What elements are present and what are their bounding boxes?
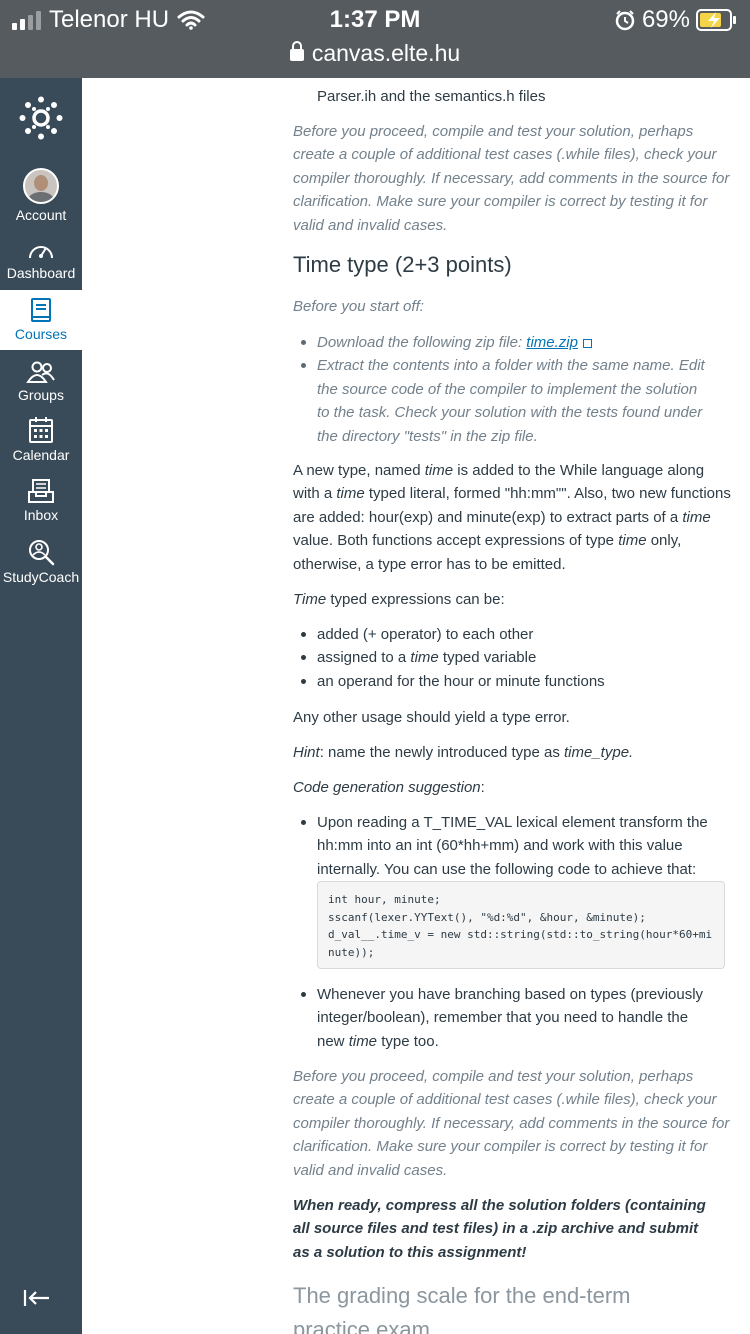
download-prefix: Download the following zip file: [317,334,527,351]
external-link-icon [582,338,592,348]
list-item: added (+ operator) to each other [293,623,713,646]
proceed-note-2: Before you proceed, compile and test you… [293,1068,730,1179]
battery-percent: 69% [641,6,690,33]
avatar [23,168,59,204]
groups-icon [26,361,55,383]
time-zip-link[interactable]: time.zip [526,334,578,351]
collapse-nav-button[interactable] [22,1288,52,1313]
address-bar[interactable]: canvas.elte.hu [0,40,750,67]
intro-paragraph: A new type, named time is added to the W… [293,462,731,573]
hint-text: Hint: name the newly introduced type as … [293,744,634,761]
other-usage-text: Any other usage should yield a type erro… [293,709,570,726]
suggestion-list-1: Upon reading a T_TIME_VAL lexical elemen… [293,811,713,881]
top-fragment-text: Parser.ih and the semantics.h files [317,88,546,105]
code-generation-heading: Code generation suggestion: [293,779,485,796]
nav-inbox[interactable]: Inbox [0,478,82,523]
battery-charging-icon [696,9,736,31]
nav-account[interactable]: Account [0,168,82,223]
nav-studycoach-label: StudyCoach [2,569,80,585]
inbox-icon [28,479,54,503]
url-text: canvas.elte.hu [311,40,461,66]
nav-dashboard-label: Dashboard [6,265,76,281]
signal-icon [12,10,41,30]
suggestion-list-2: Whenever you have branching based on typ… [293,983,713,1053]
canvas-logo-icon [19,96,63,140]
submit-instruction: When ready, compress all the solution fo… [293,1197,706,1261]
status-bar: Telenor HU 1:37 PM 69% canvas.elte.hu [0,0,750,78]
global-nav-sidebar: Account Dashboard Courses Groups Calenda… [0,78,82,1334]
nav-groups-label: Groups [18,387,64,403]
setup-steps-list: Download the following zip file: time.zi… [293,331,713,448]
alarm-icon [615,10,635,31]
list-item: an operand for the hour or minute functi… [293,670,713,693]
nav-courses[interactable]: Courses [0,290,82,350]
carrier-name: Telenor HU [49,6,170,33]
code-line: d_val__.time_v = new std::string(std::to… [328,928,713,959]
nav-studycoach[interactable]: StudyCoach [0,538,82,585]
dashboard-icon [29,246,53,259]
lock-icon [289,40,304,61]
proceed-note-1: Before you proceed, compile and test you… [293,123,730,234]
typed-expr-intro: Time typed expressions can be: [293,591,505,608]
nav-groups[interactable]: Groups [0,360,82,403]
canvas-logo[interactable] [0,96,82,140]
list-item: assigned to a time typed variable [293,646,713,669]
code-line: int hour, minute; [328,893,441,906]
list-item: Upon reading a T_TIME_VAL lexical elemen… [293,811,713,881]
calendar-icon [29,417,53,443]
nav-calendar-label: Calendar [12,447,70,463]
courses-icon [31,298,51,322]
nav-courses-label: Courses [14,326,68,342]
before-start-text: Before you start off: [293,298,424,315]
grading-scale-title: The grading scale for the end-term pract… [293,1283,631,1334]
nav-inbox-label: Inbox [23,507,59,523]
usage-list: added (+ operator) to each other assigne… [293,623,713,693]
collapse-arrow-icon [23,1290,49,1306]
studycoach-icon [29,540,55,566]
section-title-time-type: Time type (2+3 points) [293,252,512,277]
carrier: Telenor HU [12,6,205,34]
nav-calendar[interactable]: Calendar [0,416,82,463]
list-item: Whenever you have branching based on typ… [293,983,713,1053]
code-block: int hour, minute; sscanf(lexer.YYText(), … [317,881,725,969]
wifi-icon [177,10,205,30]
nav-account-label: Account [15,207,67,223]
code-line: sscanf(lexer.YYText(), "%d:%d", &hour, &… [328,910,646,924]
list-item: Extract the contents into a folder with … [293,354,713,448]
list-item: Download the following zip file: time.zi… [293,331,713,354]
nav-dashboard[interactable]: Dashboard [0,240,82,281]
assignment-content: Parser.ih and the semantics.h files Befo… [82,78,750,1334]
